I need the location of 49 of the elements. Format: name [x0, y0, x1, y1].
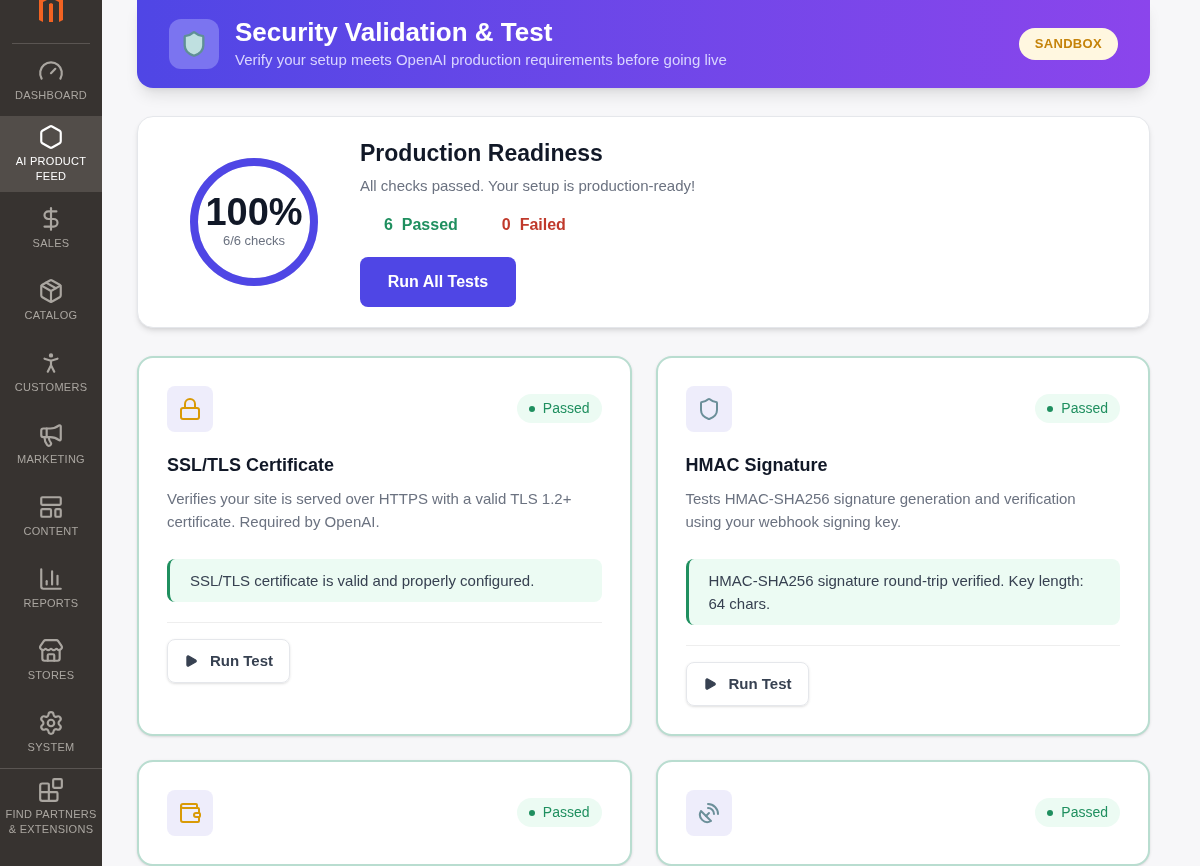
run-test-button[interactable]: Run Test — [685, 662, 809, 706]
shield-icon — [685, 386, 732, 432]
test-title: HMAC Signature — [685, 454, 829, 477]
sidebar-item[interactable]: CONTENT — [0, 480, 102, 552]
sidebar-item[interactable]: STORES — [0, 624, 102, 696]
failed-count: 0 Failed — [501, 215, 566, 236]
readiness-message: All checks passed. Your setup is production-ready! — [360, 175, 696, 196]
wallet-icon — [167, 790, 213, 836]
test-title: SSL/TLS Certificate — [167, 454, 336, 477]
blocks-icon — [38, 777, 64, 803]
play-icon — [702, 677, 717, 691]
status-badge: Passed — [1035, 394, 1120, 423]
play-icon — [184, 654, 198, 668]
sidebar-item[interactable]: CUSTOMERS — [0, 336, 102, 408]
lock-icon — [167, 386, 213, 432]
settings-icon — [38, 709, 64, 736]
bar-chart-icon — [38, 565, 64, 592]
logo-icon — [37, 0, 65, 22]
layout-icon — [38, 493, 64, 520]
page-subtitle: Verify your setup meets OpenAI production requirements before going live — [235, 49, 728, 70]
box-icon — [38, 277, 64, 304]
sandbox-badge: SANDBOX — [1018, 28, 1118, 60]
status-badge: Passed — [516, 394, 602, 423]
store-icon — [38, 637, 64, 664]
sidebar-item[interactable]: MARKETING — [0, 408, 102, 480]
test-description: Verifies your site is served over HTTPS with a valid TLS 1.2+ certificate. Required by OpenAI. — [167, 489, 573, 532]
result-message: HMAC-SHA256 signature round-trip verified. Key length: 64 chars. — [685, 559, 1120, 625]
hexagon-icon — [38, 124, 64, 150]
checks-count: 6/6 checks — [222, 232, 286, 251]
sidebar-item[interactable]: SALES — [0, 192, 102, 264]
test-description: Tests HMAC-SHA256 signature generation and verification using your webhook signing key. — [685, 489, 1077, 532]
status-badge: Passed — [1035, 798, 1120, 827]
result-message: SSL/TLS certificate is valid and properly configured. — [167, 559, 602, 602]
run-all-tests-button[interactable]: Run All Tests — [360, 257, 516, 308]
sidebar-item[interactable]: SYSTEM — [0, 696, 102, 768]
run-test-button[interactable]: Run Test — [167, 639, 291, 683]
satellite-dish-icon — [685, 790, 732, 836]
sidebar-item[interactable]: CATALOG — [0, 264, 102, 336]
sidebar-item[interactable]: FIND PARTNERS & EXTENSIONS — [0, 768, 102, 845]
sidebar-item[interactable]: DASHBOARD — [0, 44, 102, 116]
status-badge: Passed — [516, 798, 602, 827]
shield-icon — [169, 18, 219, 69]
page-title: Security Validation & Test — [235, 16, 554, 49]
readiness-title: Production Readiness — [360, 139, 604, 169]
sidebar-item[interactable]: REPORTS — [0, 552, 102, 624]
sidebar-item[interactable]: AI PRODUCT FEED — [0, 116, 102, 192]
percent-value: 100% — [205, 193, 303, 232]
passed-count: 6 Passed — [384, 215, 458, 236]
megaphone-icon — [38, 421, 64, 448]
